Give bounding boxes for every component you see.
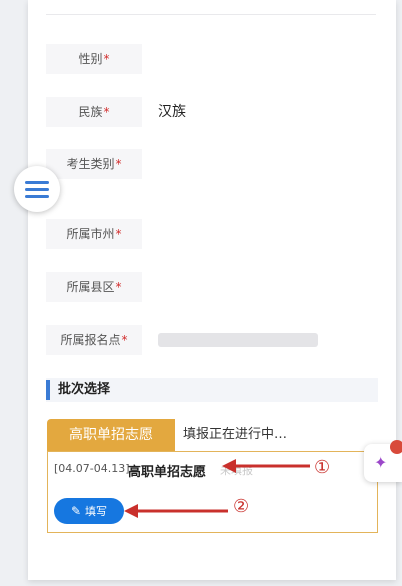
- annotation-marker-2: ②: [233, 496, 250, 517]
- ethnicity-value: 汉族: [158, 104, 186, 120]
- app-root: 性别* 民族* 汉族 考生类别* 所属市州* 所属县区* 所属报名点* 批次选择…: [0, 0, 402, 586]
- notification-badge: [390, 440, 402, 454]
- section-accent-bar: [46, 380, 50, 400]
- annotation-arrow-1: [222, 459, 310, 473]
- gender-value: [146, 44, 366, 74]
- menu-button[interactable]: [14, 166, 60, 212]
- volunteer-date-range: [04.07-04.13]: [54, 462, 130, 475]
- tab-vocational-admission[interactable]: 高职单招志愿: [47, 419, 175, 451]
- batch-section-header: 批次选择: [46, 378, 378, 402]
- floating-widget[interactable]: ✦: [364, 440, 402, 482]
- fill-button[interactable]: ✎ 填写: [54, 498, 124, 524]
- registration-site-value: [146, 325, 366, 355]
- field-label: 所属县区*: [46, 272, 142, 302]
- city-value: [146, 219, 366, 249]
- divider: [46, 14, 376, 15]
- field-label: 考生类别*: [46, 149, 142, 179]
- examinee-category-value: [146, 149, 366, 179]
- county-value: [146, 272, 366, 302]
- annotation-marker-1: ①: [314, 457, 331, 478]
- rocket-icon: ✦: [374, 453, 388, 472]
- annotation-arrow-2: [124, 504, 228, 518]
- redacted-value: [158, 333, 318, 347]
- field-label: 民族*: [46, 97, 142, 127]
- field-label: 性别*: [46, 44, 142, 74]
- hamburger-menu-icon: [25, 181, 49, 184]
- field-label: 所属市州*: [46, 219, 142, 249]
- pencil-icon: ✎: [70, 504, 82, 518]
- batch-section-title: 批次选择: [58, 382, 111, 397]
- volunteer-name: 高职单招志愿: [128, 465, 207, 480]
- batch-status-text: 填报正在进行中…: [183, 427, 288, 442]
- field-label: 所属报名点*: [46, 325, 142, 355]
